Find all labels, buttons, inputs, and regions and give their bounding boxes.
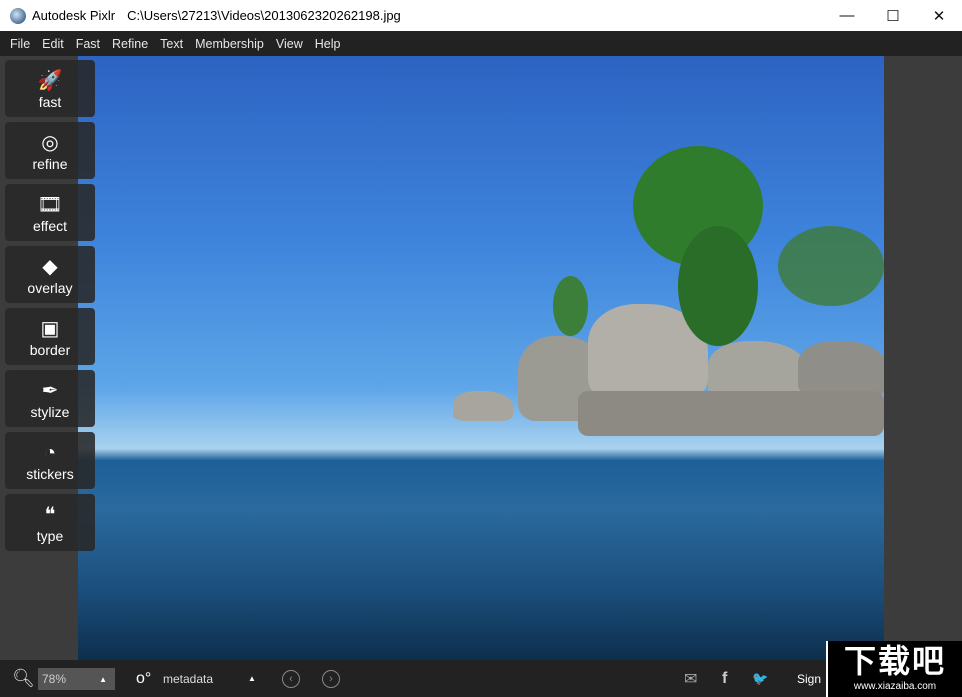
tool-effect[interactable]: 🎞 effect	[5, 184, 95, 241]
zoom-icon[interactable]: 🔍︎	[12, 660, 35, 697]
tool-stylize[interactable]: ✒ stylize	[5, 370, 95, 427]
tool-label: fast	[38, 93, 62, 110]
app-icon	[10, 7, 26, 24]
tool-fast[interactable]: 🚀 fast	[5, 60, 95, 117]
title-bar: Autodesk Pixlr C:\Users\27213\Videos\201…	[0, 0, 962, 31]
zoom-select[interactable]: 78% ▲	[38, 668, 115, 690]
close-button[interactable]: ✕	[916, 0, 962, 31]
tool-label: overlay	[27, 279, 73, 296]
menu-text[interactable]: Text	[154, 37, 189, 51]
menu-refine[interactable]: Refine	[106, 37, 154, 51]
film-icon: 🎞	[37, 193, 63, 216]
zoom-value: 78%	[42, 672, 67, 686]
tool-label: effect	[33, 217, 67, 234]
watermark-text: 下载吧	[843, 643, 946, 679]
image-canvas[interactable]	[78, 56, 884, 660]
tool-label: refine	[32, 155, 68, 172]
tool-label: stylize	[30, 403, 70, 420]
tool-overlay[interactable]: ◆ overlay	[5, 246, 95, 303]
next-button[interactable]: ›	[322, 669, 340, 688]
sticker-icon: ◔	[43, 441, 57, 464]
rocket-icon: 🚀	[37, 69, 63, 92]
border-icon: ▣	[40, 317, 60, 340]
file-path: C:\Users\27213\Videos\2013062320262198.j…	[127, 8, 401, 23]
bottom-bar: 🔍︎ 78% ▲ o° metadata ▲ ‹ › ✉ f 🐦 Sign	[0, 660, 962, 697]
menu-edit[interactable]: Edit	[36, 37, 70, 51]
tool-stickers[interactable]: ◔ stickers	[5, 432, 95, 489]
menu-help[interactable]: Help	[309, 37, 347, 51]
menu-file[interactable]: File	[4, 37, 36, 51]
menu-fast[interactable]: Fast	[70, 37, 106, 51]
maximize-button[interactable]: ☐	[870, 0, 916, 31]
tool-panel: 🚀 fast ◎ refine 🎞 effect ◆ overlay ▣ border ✒…	[5, 60, 95, 556]
facebook-icon[interactable]: f	[722, 660, 727, 697]
tool-label: border	[29, 341, 71, 358]
tool-type[interactable]: ❝ type	[5, 494, 95, 551]
minimize-button[interactable]: —	[824, 0, 870, 31]
sign-in-button[interactable]: Sign	[797, 660, 821, 697]
zoom-arrow-icon[interactable]: ▲	[99, 675, 107, 684]
watermark-logo: 下载吧 www.xiazaiba.com	[826, 641, 962, 697]
twitter-icon[interactable]: 🐦	[752, 660, 768, 697]
tool-refine[interactable]: ◎ refine	[5, 122, 95, 179]
metadata-icon: o°	[136, 669, 152, 687]
menu-view[interactable]: View	[270, 37, 309, 51]
layers-icon: ◆	[42, 255, 58, 278]
tool-border[interactable]: ▣ border	[5, 308, 95, 365]
menu-membership[interactable]: Membership	[189, 37, 270, 51]
refine-icon: ◎	[41, 131, 59, 154]
brush-icon: ✒	[41, 379, 59, 402]
quote-icon: ❝	[44, 503, 56, 526]
menu-bar: File Edit Fast Refine Text Membership Vi…	[0, 31, 962, 56]
app-name: Autodesk Pixlr	[32, 8, 116, 23]
tool-label: stickers	[26, 465, 74, 482]
watermark-url: www.xiazaiba.com	[853, 681, 937, 692]
metadata-button[interactable]: metadata	[163, 660, 213, 697]
tool-label: type	[36, 527, 64, 544]
right-panel	[884, 56, 962, 660]
mail-icon[interactable]: ✉	[684, 660, 697, 697]
previous-button[interactable]: ‹	[282, 669, 300, 688]
metadata-arrow-icon[interactable]: ▲	[248, 660, 256, 697]
